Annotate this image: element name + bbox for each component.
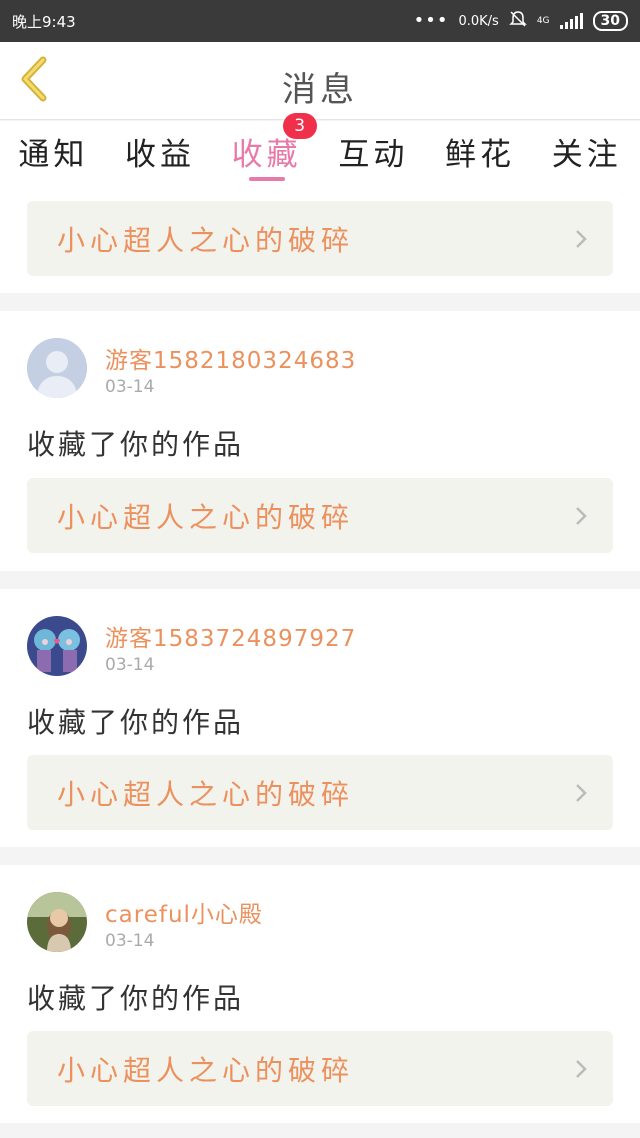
work-title: 小心超人之心的破碎 — [57, 223, 355, 257]
network-speed: 0.0K/s — [458, 13, 499, 29]
work-title: 小心超人之心的破碎 — [57, 500, 355, 534]
tab-bar: 通知 收益 收藏 3 互动 鲜花 关注 — [0, 113, 640, 193]
tab-follows[interactable]: 关注 — [533, 121, 640, 193]
work-link[interactable]: 小心超人之心的破碎 — [27, 478, 613, 553]
tab-interactions[interactable]: 互动 — [320, 121, 427, 193]
tab-label: 通知 — [18, 137, 89, 173]
action-text: 收藏了你的作品 — [27, 706, 245, 739]
list-item: 游客1582180324683 03-14 收藏了你的作品 小心超人之心的破碎 — [0, 311, 640, 571]
work-title: 小心超人之心的破碎 — [57, 777, 355, 811]
unread-badge: 3 — [282, 113, 317, 139]
chevron-right-icon — [561, 1049, 601, 1089]
tab-earnings[interactable]: 收益 — [107, 121, 214, 193]
tab-label: 关注 — [551, 137, 622, 173]
tab-label: 收藏 — [231, 137, 302, 173]
work-link[interactable]: 小心超人之心的破碎 — [27, 201, 613, 276]
avatar[interactable] — [27, 616, 87, 676]
tab-notifications[interactable]: 通知 — [0, 121, 107, 193]
status-bar: 晚上9:43 ••• 0.0K/s 4G 30 — [0, 0, 640, 42]
mute-bell-icon — [509, 10, 527, 32]
work-link[interactable]: 小心超人之心的破碎 — [27, 1031, 613, 1106]
username[interactable]: 游客1582180324683 — [105, 341, 356, 375]
chevron-right-icon — [561, 496, 601, 536]
header: 消息 — [0, 42, 640, 120]
list-item: careful小心殿 03-14 收藏了你的作品 小心超人之心的破碎 — [0, 865, 640, 1123]
tab-label: 鲜花 — [445, 137, 516, 173]
tab-label: 互动 — [338, 137, 409, 173]
signal-icon — [559, 13, 583, 29]
tab-label: 收益 — [125, 137, 195, 173]
username[interactable]: 游客1583724897927 — [105, 619, 356, 653]
tab-flowers[interactable]: 鲜花 — [427, 121, 534, 193]
tab-favorites[interactable]: 收藏 3 — [213, 113, 320, 193]
work-link[interactable]: 小心超人之心的破碎 — [27, 755, 613, 830]
action-text: 收藏了你的作品 — [27, 428, 245, 461]
more-dots-icon: ••• — [413, 10, 449, 31]
date: 03-14 — [105, 655, 155, 675]
username[interactable]: careful小心殿 — [105, 895, 263, 929]
page-title: 消息 — [282, 70, 358, 110]
battery-indicator: 30 — [592, 11, 628, 31]
chevron-right-icon — [561, 219, 601, 259]
action-text: 收藏了你的作品 — [27, 982, 245, 1015]
avatar[interactable] — [27, 892, 87, 952]
avatar[interactable] — [27, 338, 87, 398]
list-item: 游客1583724897927 03-14 收藏了你的作品 小心超人之心的破碎 — [0, 589, 640, 847]
status-time: 晚上9:43 — [12, 12, 76, 31]
top-work-card: 小心超人之心的破碎 — [0, 193, 640, 293]
date: 03-14 — [105, 931, 155, 951]
date: 03-14 — [105, 377, 155, 397]
network-type: 4G — [536, 16, 550, 26]
chevron-right-icon — [561, 773, 601, 813]
work-title: 小心超人之心的破碎 — [57, 1053, 355, 1087]
